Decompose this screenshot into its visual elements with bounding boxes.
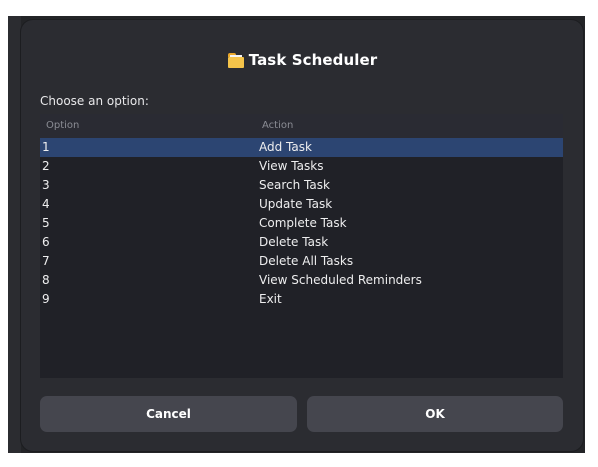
option-number: 1: [42, 140, 50, 154]
folder-icon: [227, 52, 245, 68]
option-action: Search Task: [259, 178, 330, 192]
option-action: Delete All Tasks: [259, 254, 354, 268]
option-number: 2: [42, 159, 50, 173]
options-list[interactable]: Option Action 1 Add Task 2 View Tasks 3 …: [40, 114, 563, 378]
list-item-9[interactable]: 9 Exit: [40, 290, 563, 309]
option-number: 5: [42, 216, 50, 230]
option-number: 9: [42, 292, 50, 306]
option-action: View Scheduled Reminders: [259, 273, 422, 287]
ok-button[interactable]: OK: [307, 396, 563, 432]
task-scheduler-dialog: Task Scheduler Choose an option: Option …: [21, 20, 583, 451]
list-item-4[interactable]: 4 Update Task: [40, 195, 563, 214]
option-action: Delete Task: [259, 235, 329, 249]
option-number: 3: [42, 178, 50, 192]
option-number: 6: [42, 235, 50, 249]
option-number: 4: [42, 197, 50, 211]
option-action: View Tasks: [259, 159, 324, 173]
list-item-8[interactable]: 8 View Scheduled Reminders: [40, 271, 563, 290]
option-number: 7: [42, 254, 50, 268]
dialog-title-row: Task Scheduler: [21, 48, 583, 72]
option-action: Complete Task: [259, 216, 347, 230]
column-header-action[interactable]: Action: [262, 120, 293, 131]
list-header: Option Action: [40, 114, 563, 138]
option-action: Update Task: [259, 197, 333, 211]
dialog-title: Task Scheduler: [248, 51, 378, 69]
prompt-label: Choose an option:: [40, 94, 149, 108]
list-item-6[interactable]: 6 Delete Task: [40, 233, 563, 252]
backdrop-edge: [8, 16, 21, 453]
list-item-5[interactable]: 5 Complete Task: [40, 214, 563, 233]
cancel-button[interactable]: Cancel: [40, 396, 297, 432]
option-action: Add Task: [259, 140, 312, 154]
list-item-3[interactable]: 3 Search Task: [40, 176, 563, 195]
list-item-1[interactable]: 1 Add Task: [40, 138, 563, 157]
option-action: Exit: [259, 292, 282, 306]
column-header-option[interactable]: Option: [46, 120, 79, 131]
list-item-2[interactable]: 2 View Tasks: [40, 157, 563, 176]
option-number: 8: [42, 273, 50, 287]
list-item-7[interactable]: 7 Delete All Tasks: [40, 252, 563, 271]
